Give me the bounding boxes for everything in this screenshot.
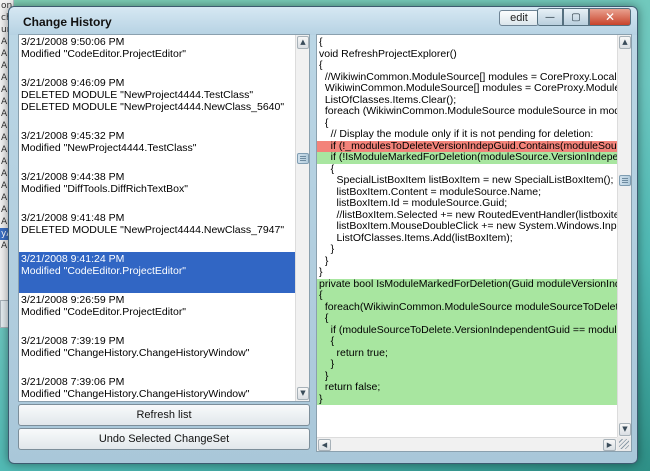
history-item-description: DELETED MODULE "NewProject4444.NewClass_… bbox=[21, 224, 285, 236]
history-vertical-scrollbar[interactable]: ▲ ▼ bbox=[295, 35, 309, 401]
code-scroll-down-button[interactable]: ▼ bbox=[619, 423, 631, 436]
history-items: 3/21/2008 9:50:06 PM Modified "CodeEditor… bbox=[19, 35, 295, 401]
caption-buttons: — ▢ ✕ bbox=[537, 8, 631, 26]
scroll-up-button[interactable]: ▲ bbox=[297, 36, 309, 49]
history-item-timestamp: 3/21/2008 9:46:09 PM bbox=[21, 77, 125, 89]
code-line-added: } bbox=[317, 393, 617, 405]
history-list-item[interactable]: 3/21/2008 9:44:38 PM Modified "DiffTools.… bbox=[19, 170, 295, 211]
chevron-left-icon: ◀ bbox=[321, 441, 328, 449]
code-line-added: { bbox=[317, 312, 617, 325]
history-item-timestamp: 3/21/2008 7:39:19 PM bbox=[21, 335, 125, 347]
code-line-added: private bool IsModuleMarkedForDeletion(G… bbox=[317, 277, 617, 290]
code-line: { bbox=[319, 37, 323, 48]
code-line: SpecialListBoxItem listBoxItem = new Spe… bbox=[319, 174, 614, 186]
history-item-timestamp: 3/21/2008 9:44:38 PM bbox=[21, 171, 125, 183]
code-scroll-up-button[interactable]: ▲ bbox=[619, 36, 631, 49]
code-line: } bbox=[319, 243, 335, 255]
code-line: } bbox=[319, 254, 329, 267]
code-scrollbar-thumb[interactable] bbox=[619, 175, 631, 186]
code-line: foreach (WikiwinCommon.ModuleSource modu… bbox=[319, 105, 617, 117]
maximize-icon: ▢ bbox=[571, 11, 581, 23]
code-line-added: return false; bbox=[317, 381, 617, 394]
history-item-timestamp: 3/21/2008 9:41:24 PM bbox=[21, 253, 125, 265]
history-list-item[interactable]: 3/21/2008 9:50:06 PM Modified "CodeEditor… bbox=[19, 35, 295, 76]
code-line: listBoxItem.Id = moduleSource.Guid; bbox=[319, 197, 508, 209]
close-button[interactable]: ✕ bbox=[589, 8, 631, 26]
code-scroll-right-button[interactable]: ▶ bbox=[603, 439, 616, 451]
chevron-up-icon: ▲ bbox=[300, 38, 306, 46]
refresh-list-button[interactable]: Refresh list bbox=[18, 404, 310, 426]
edit-button[interactable]: edit bbox=[499, 10, 539, 26]
history-item-description: Modified "ChangeHistory.ChangeHistoryWin… bbox=[21, 388, 250, 400]
code-line-added: if (moduleSourceToDelete.VersionIndepend… bbox=[317, 323, 617, 336]
code-diff-view[interactable]: {void RefreshProjectExplorer(){ //Wikiwi… bbox=[316, 34, 632, 452]
code-scroll-left-button[interactable]: ◀ bbox=[318, 439, 331, 451]
history-item-description: Modified "NewProject4444.TestClass" bbox=[21, 142, 197, 154]
chevron-down-icon: ▼ bbox=[622, 425, 628, 433]
history-item-timestamp: 3/21/2008 9:45:32 PM bbox=[21, 130, 125, 142]
window-title: Change History bbox=[23, 15, 112, 29]
close-icon: ✕ bbox=[604, 10, 616, 24]
code-horizontal-scrollbar[interactable]: ◀ ▶ bbox=[317, 437, 617, 451]
history-item-description: Modified "DiffTools.DiffRichTextBox" bbox=[21, 183, 188, 195]
chevron-down-icon: ▼ bbox=[300, 389, 306, 397]
resize-grip-icon bbox=[619, 439, 629, 449]
chevron-right-icon: ▶ bbox=[606, 441, 613, 449]
resize-corner[interactable] bbox=[617, 437, 631, 451]
history-item-timestamp: 3/21/2008 9:41:48 PM bbox=[21, 212, 125, 224]
history-item-timestamp: 3/21/2008 9:26:59 PM bbox=[21, 294, 125, 306]
change-history-list[interactable]: 3/21/2008 9:50:06 PM Modified "CodeEditor… bbox=[18, 34, 310, 402]
undo-changeset-button[interactable]: Undo Selected ChangeSet bbox=[18, 428, 310, 450]
code-line: } bbox=[319, 266, 323, 278]
history-list-item[interactable]: 3/21/2008 9:41:48 PM DELETED MODULE "NewP… bbox=[19, 211, 295, 252]
history-item-description: Modified "CodeEditor.ProjectEditor" bbox=[21, 48, 187, 60]
history-item-description: Modified "ChangeHistory.ChangeHistoryWin… bbox=[21, 347, 250, 359]
code-line: { bbox=[319, 59, 323, 71]
history-item-description: DELETED MODULE "NewProject4444.TestClass… bbox=[21, 89, 254, 101]
title-bar[interactable]: Change History edit — ▢ ✕ bbox=[9, 7, 637, 35]
history-list-item[interactable]: 3/21/2008 7:39:06 PM Modified "ChangeHist… bbox=[19, 375, 295, 401]
code-line-added: if (!IsModuleMarkedForDeletion(moduleSou… bbox=[317, 151, 617, 164]
minimize-button[interactable]: — bbox=[537, 8, 563, 26]
scrollbar-thumb[interactable] bbox=[297, 153, 309, 164]
change-history-window: Change History edit — ▢ ✕ 3/21/2008 9:50… bbox=[8, 6, 638, 464]
minimize-icon: — bbox=[545, 11, 555, 23]
chevron-up-icon: ▲ bbox=[622, 38, 628, 46]
history-item-timestamp: 3/21/2008 9:50:06 PM bbox=[21, 36, 125, 48]
history-list-item[interactable]: 3/21/2008 9:45:32 PM Modified "NewProject… bbox=[19, 129, 295, 170]
code-line-added: { bbox=[317, 289, 617, 302]
code-vertical-scrollbar[interactable]: ▲ ▼ bbox=[617, 35, 631, 437]
code-line: // Display the module only if it is not … bbox=[319, 128, 594, 140]
code-line-added: return true; bbox=[317, 347, 617, 359]
history-list-item[interactable]: 3/21/2008 9:41:24 PM Modified "CodeEditor… bbox=[19, 252, 295, 293]
scroll-down-button[interactable]: ▼ bbox=[297, 387, 309, 400]
code-line-added: foreach(WikiwinCommon.ModuleSource modul… bbox=[317, 300, 617, 313]
history-list-item[interactable]: 3/21/2008 9:26:59 PM Modified "CodeEditor… bbox=[19, 293, 295, 334]
code-lines: {void RefreshProjectExplorer(){ //Wikiwi… bbox=[317, 37, 617, 437]
maximize-button[interactable]: ▢ bbox=[563, 8, 589, 26]
code-line: WikiwinCommon.ModuleSource[] modules = C… bbox=[319, 82, 617, 94]
code-line-added: { bbox=[317, 335, 617, 348]
history-item-timestamp: 3/21/2008 7:39:06 PM bbox=[21, 376, 125, 388]
history-list-item[interactable]: 3/21/2008 9:46:09 PM DELETED MODULE "NewP… bbox=[19, 76, 295, 129]
history-item-description: Modified "CodeEditor.ProjectEditor" bbox=[21, 265, 187, 277]
history-item-description: DELETED MODULE "NewProject4444.NewClass_… bbox=[21, 101, 285, 113]
code-line-added: } bbox=[317, 358, 617, 371]
code-line: void RefreshProjectExplorer() bbox=[319, 47, 457, 60]
history-list-item[interactable]: 3/21/2008 7:39:19 PM Modified "ChangeHist… bbox=[19, 334, 295, 375]
code-line: ListOfClasses.Items.Add(listBoxItem); bbox=[319, 231, 513, 244]
history-item-description: Modified "CodeEditor.ProjectEditor" bbox=[21, 306, 187, 318]
code-line: listBoxItem.MouseDoubleClick += new Syst… bbox=[319, 220, 618, 232]
